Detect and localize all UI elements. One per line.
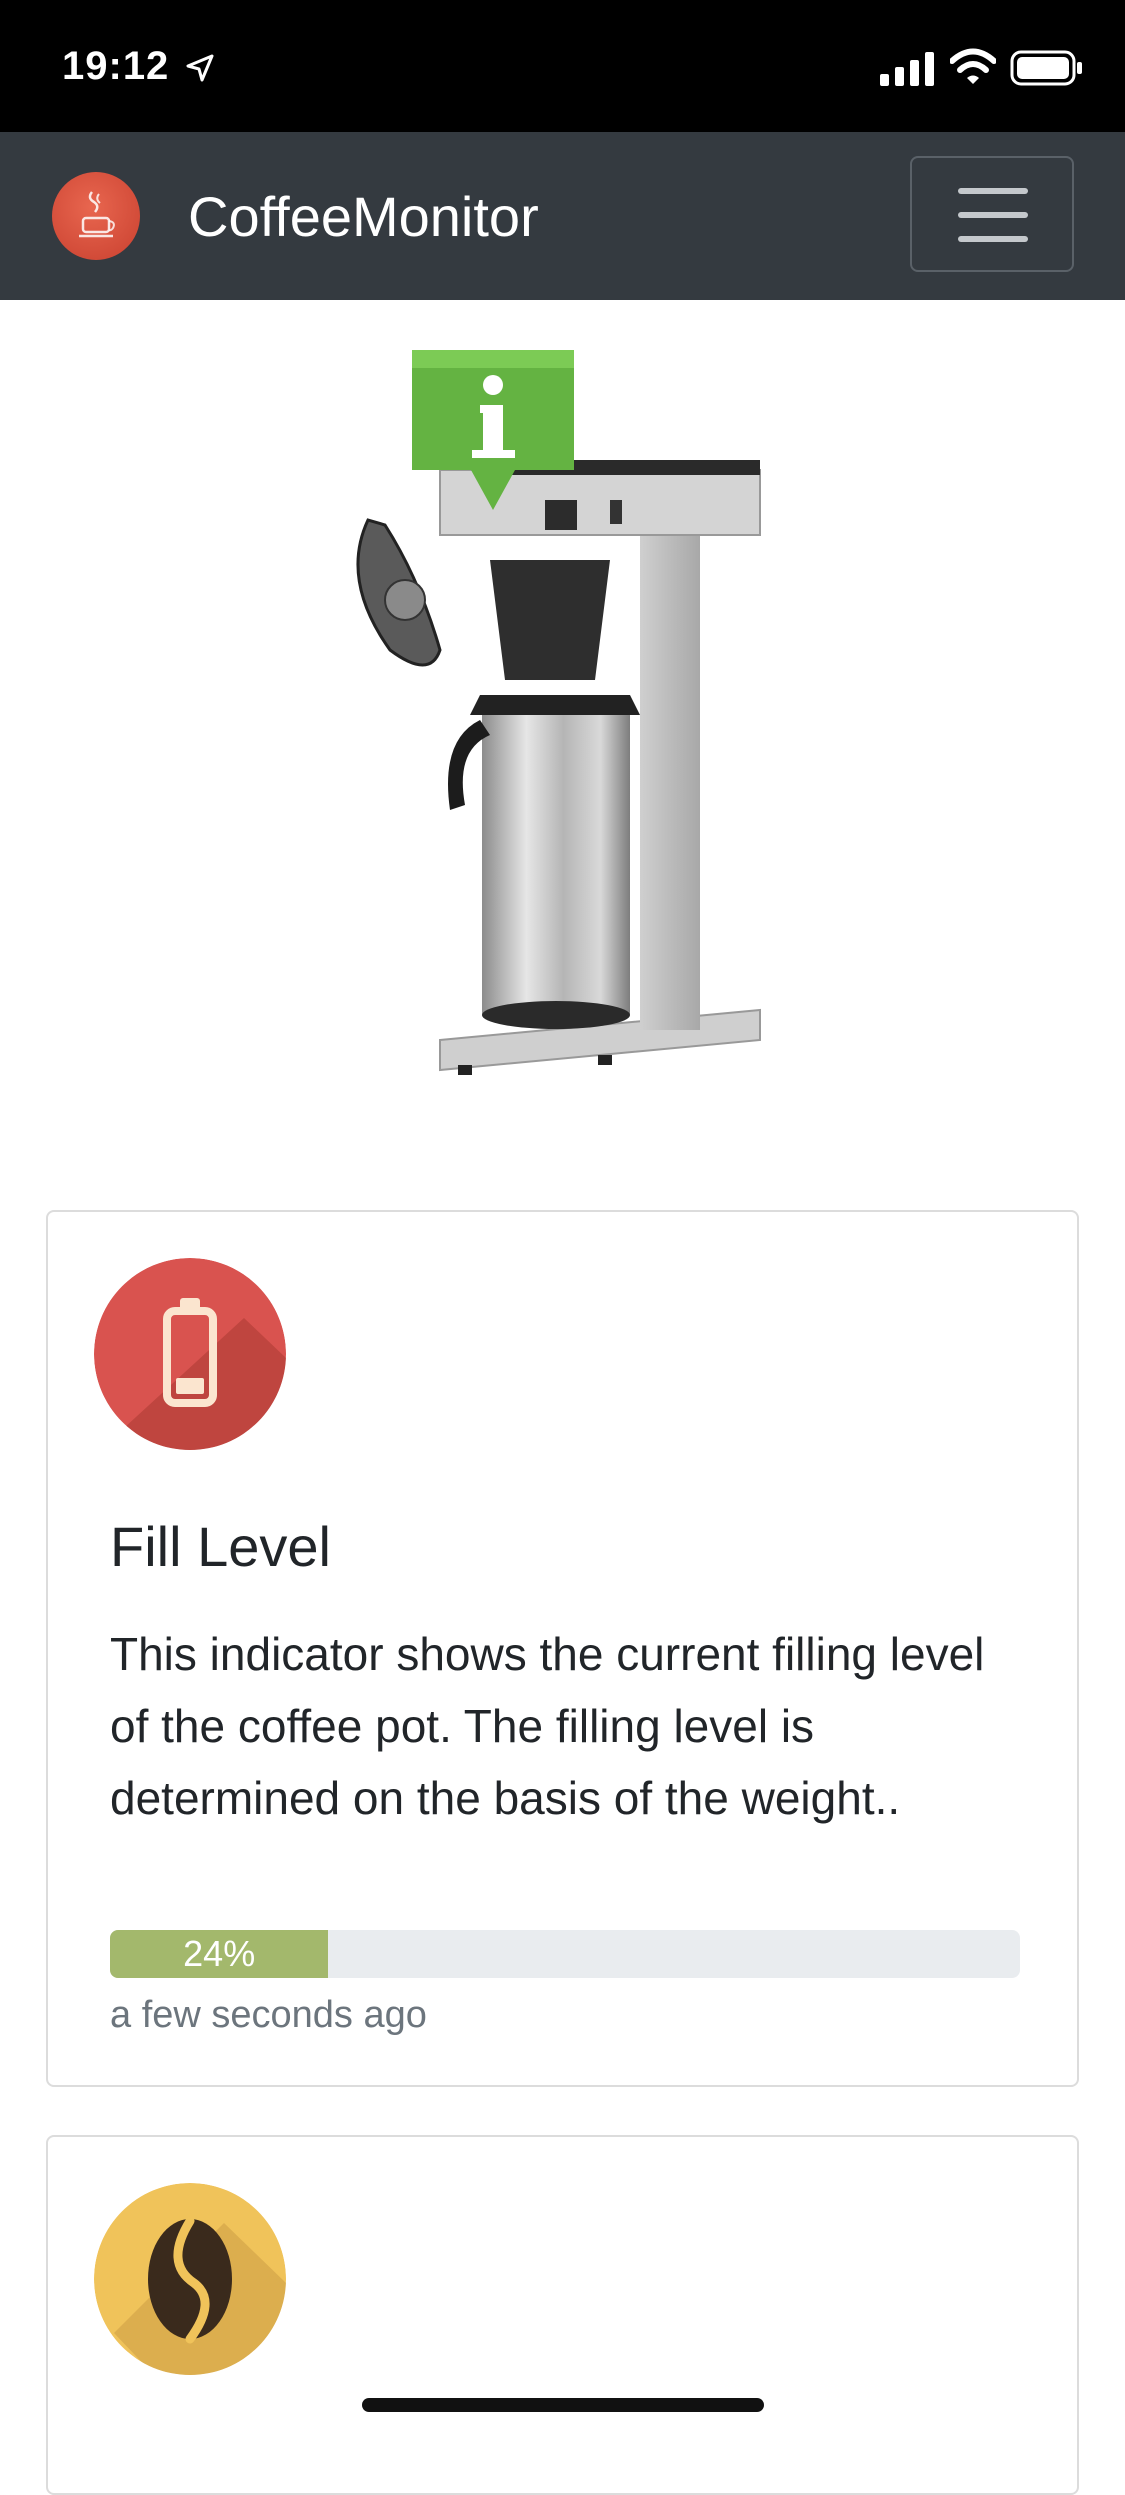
hamburger-icon xyxy=(958,236,1028,242)
last-updated-text: a few seconds ago xyxy=(110,1994,427,2036)
wifi-icon xyxy=(950,48,996,84)
menu-toggle-button[interactable] xyxy=(910,156,1074,272)
card-description: This indicator shows the current filling… xyxy=(110,1628,985,1824)
fill-level-progress-bar: 24% xyxy=(110,1930,1020,1978)
coffee-cup-icon xyxy=(79,191,115,238)
progress-fill: 24% xyxy=(110,1930,329,1978)
status-bar: 19:12 xyxy=(0,0,1125,132)
fill-level-card: Fill Level This indicator shows the curr… xyxy=(46,1210,1079,2087)
coffee-machine-image xyxy=(356,350,761,1075)
location-arrow-icon xyxy=(186,54,214,82)
navbar: CoffeeMonitor xyxy=(0,132,1125,300)
coffee-bean-icon xyxy=(94,2183,286,2375)
hamburger-icon xyxy=(958,212,1028,218)
coffee-cup-logo-icon[interactable] xyxy=(52,172,140,260)
card-title: Fill Level xyxy=(110,1515,331,1578)
status-time: 19:12 xyxy=(62,44,170,88)
coffee-beans-card xyxy=(46,2135,1079,2495)
cellular-signal-icon xyxy=(880,52,934,86)
battery-icon xyxy=(94,1258,286,1450)
hamburger-icon xyxy=(958,188,1028,194)
battery-status-icon xyxy=(1010,50,1082,86)
brand-name[interactable]: CoffeeMonitor xyxy=(188,184,539,249)
home-indicator[interactable] xyxy=(362,2398,764,2412)
